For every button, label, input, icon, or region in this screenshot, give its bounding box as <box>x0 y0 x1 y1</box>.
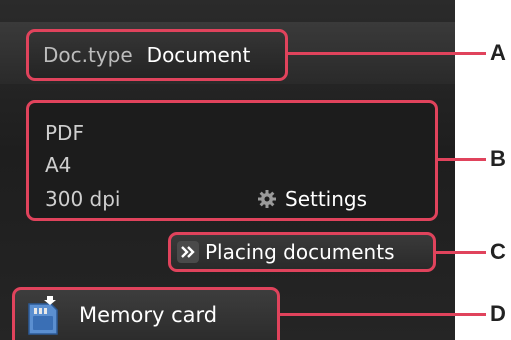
memory-card-icon <box>28 296 58 335</box>
settings-button[interactable]: Settings <box>257 187 367 211</box>
callout-line-b <box>438 158 486 161</box>
memory-card-label: Memory card <box>79 303 218 327</box>
callout-line-c <box>436 251 486 254</box>
callout-label-d: D <box>490 301 506 326</box>
callout-label-a: A <box>490 40 506 65</box>
paper-size-value: A4 <box>45 153 72 177</box>
callout-line-a <box>288 52 486 55</box>
format-value: PDF <box>45 121 84 145</box>
placing-documents-button[interactable]: Placing documents <box>168 232 436 272</box>
gear-icon <box>258 190 276 208</box>
placing-documents-label: Placing documents <box>205 240 395 264</box>
doc-type-value: Document <box>146 43 251 67</box>
doc-type-button[interactable]: Doc.type Document <box>26 29 288 81</box>
settings-label: Settings <box>285 187 368 211</box>
callout-label-b: B <box>490 146 506 171</box>
memory-card-button[interactable]: Memory card <box>12 287 280 340</box>
doc-type-label: Doc.type <box>43 43 133 67</box>
callout-label-c: C <box>490 239 506 264</box>
double-chevron-right-icon <box>177 241 199 263</box>
printer-lcd-screen: Doc.type Document PDF A4 300 dpi Setting… <box>0 0 455 340</box>
resolution-value: 300 dpi <box>45 187 121 211</box>
callout-line-d <box>280 313 486 316</box>
scan-settings-panel[interactable]: PDF A4 300 dpi Settings <box>26 100 438 221</box>
